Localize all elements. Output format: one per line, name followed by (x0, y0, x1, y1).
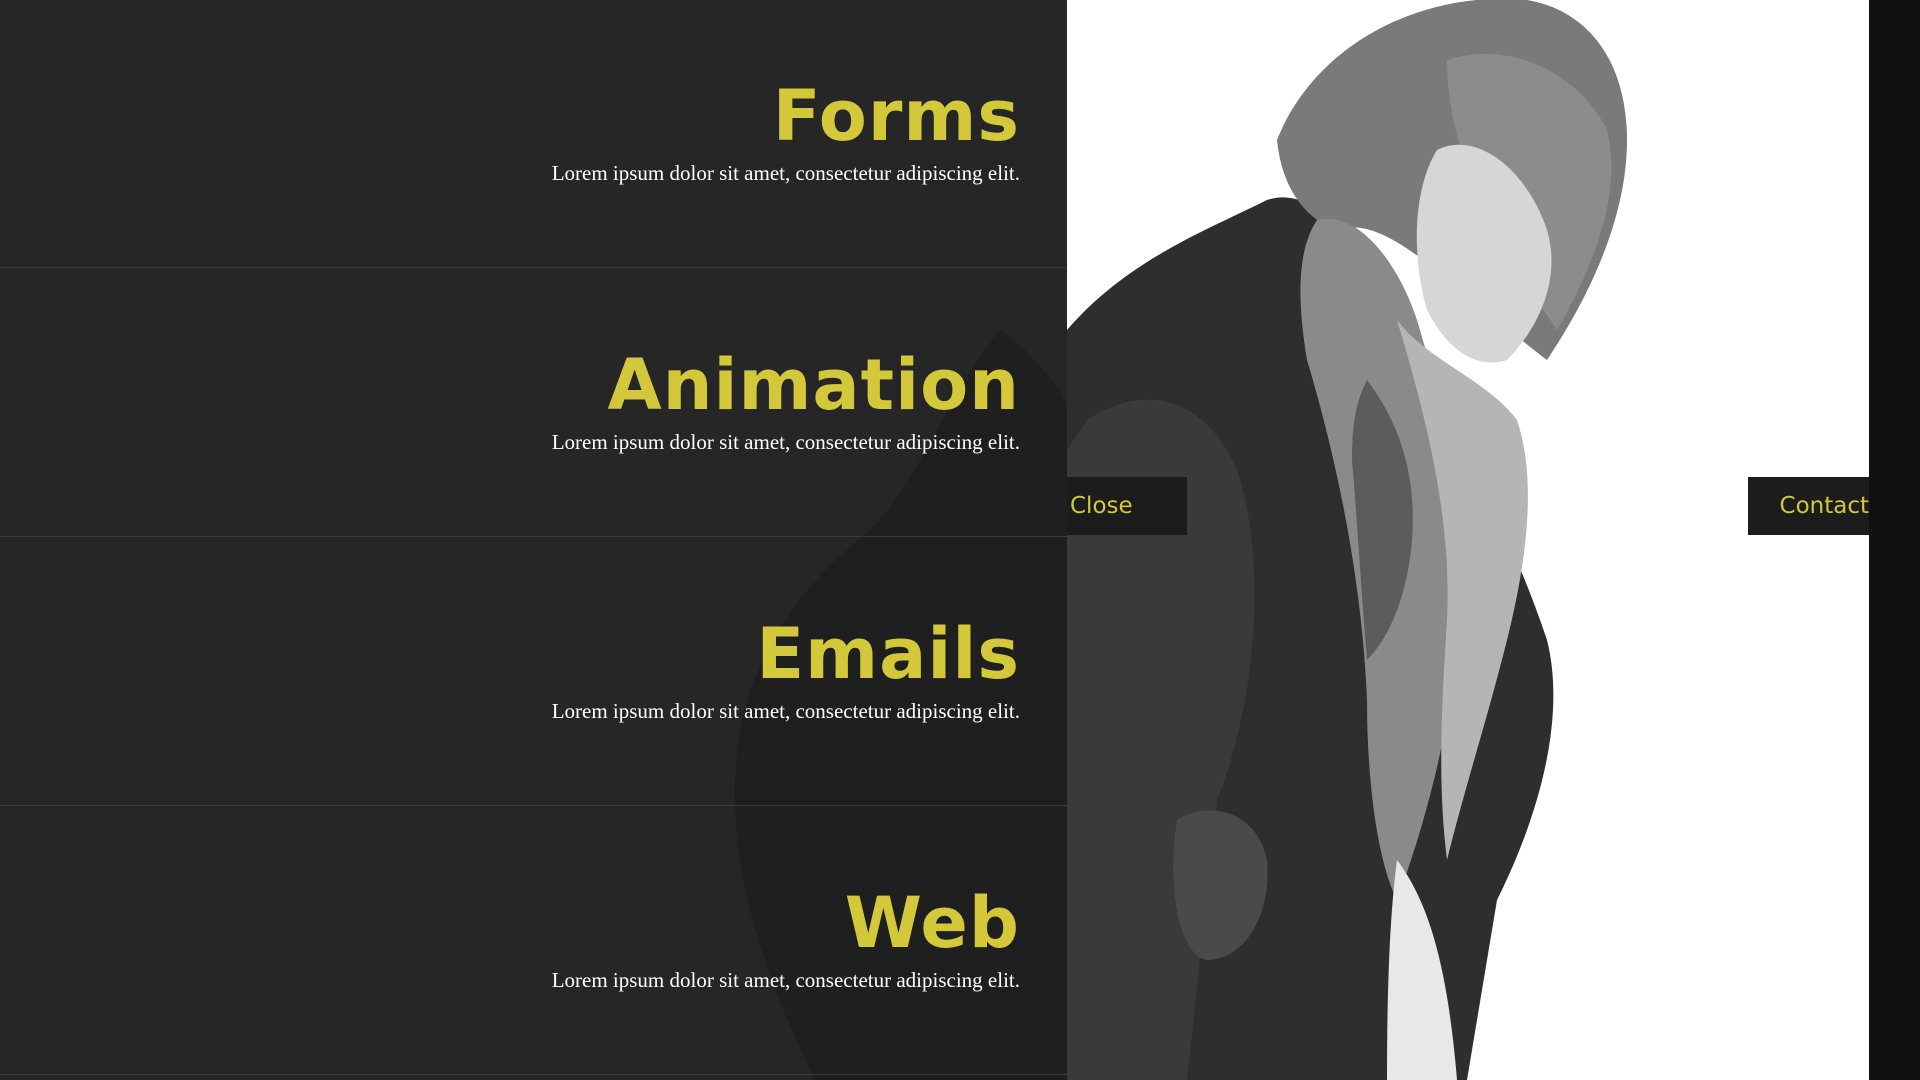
menu-panel: Forms Lorem ipsum dolor sit amet, consec… (0, 0, 1067, 1080)
menu-item-title: Emails (756, 613, 1020, 695)
close-button[interactable]: Close (1067, 477, 1187, 535)
menu-item-emails[interactable]: Emails Lorem ipsum dolor sit amet, conse… (0, 538, 1067, 806)
menu-item-animation[interactable]: Animation Lorem ipsum dolor sit amet, co… (0, 269, 1067, 537)
menu-item-title: Forms (772, 75, 1020, 157)
hero-photo (1067, 0, 1869, 1080)
menu-item-description: Lorem ipsum dolor sit amet, consectetur … (551, 161, 1020, 185)
menu-item-description: Lorem ipsum dolor sit amet, consectetur … (551, 430, 1020, 454)
menu-item-description: Lorem ipsum dolor sit amet, consectetur … (551, 968, 1020, 992)
menu-item-title: Web (844, 882, 1020, 964)
woman-photo-illustration (1067, 0, 1869, 1080)
menu-item-description: Lorem ipsum dolor sit amet, consectetur … (551, 699, 1020, 723)
page: Forms Lorem ipsum dolor sit amet, consec… (0, 0, 1920, 1080)
contact-button[interactable]: Contact (1748, 477, 1869, 535)
menu-item-title: Animation (607, 344, 1020, 426)
menu-item-web[interactable]: Web Lorem ipsum dolor sit amet, consecte… (0, 807, 1067, 1075)
right-edge-strip (1869, 0, 1920, 1080)
menu-item-forms[interactable]: Forms Lorem ipsum dolor sit amet, consec… (0, 0, 1067, 268)
